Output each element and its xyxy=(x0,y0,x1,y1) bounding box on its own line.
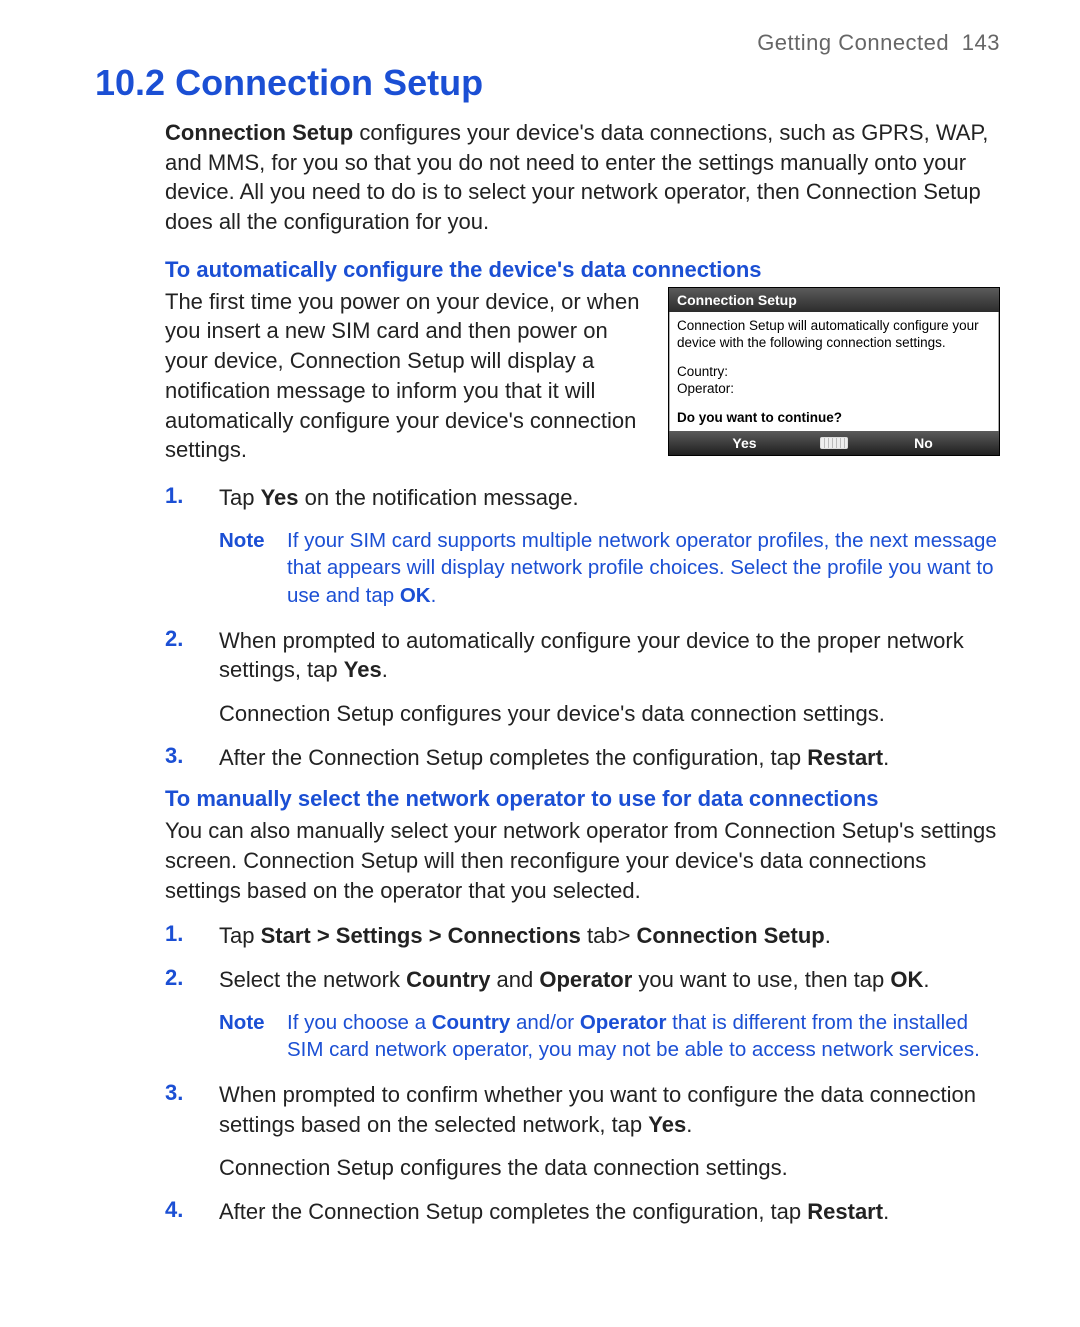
auto-steps-list: 1. Tap Yes on the notification message. xyxy=(165,483,1000,513)
auto-steps-list-cont: 2. When prompted to automatically config… xyxy=(165,626,1000,773)
step-body: After the Connection Setup completes the… xyxy=(219,1197,1000,1227)
step-body: Select the network Country and Operator … xyxy=(219,965,1000,995)
auto-config-paragraph: The first time you power on your device,… xyxy=(165,287,646,465)
list-item: 1. Tap Start > Settings > Connections ta… xyxy=(165,921,1000,951)
list-item: 2. When prompted to automatically config… xyxy=(165,626,1000,729)
dialog-softkeys: Yes No xyxy=(669,431,999,455)
manual-config-heading: To manually select the network operator … xyxy=(165,786,1000,812)
step-followup: Connection Setup configures the data con… xyxy=(219,1153,1000,1183)
manual-config-paragraph: You can also manually select your networ… xyxy=(165,816,1000,905)
dialog-country-label: Country: xyxy=(677,364,991,381)
step-number: 3. xyxy=(165,743,219,773)
step-body: When prompted to confirm whether you wan… xyxy=(219,1080,1000,1183)
list-item: 1. Tap Yes on the notification message. xyxy=(165,483,1000,513)
step-number: 1. xyxy=(165,921,219,951)
list-item: 3. After the Connection Setup completes … xyxy=(165,743,1000,773)
dialog-message: Connection Setup will automatically conf… xyxy=(677,318,991,352)
dialog-yes-button[interactable]: Yes xyxy=(669,435,820,451)
intro-lead: Connection Setup xyxy=(165,120,353,145)
keyboard-icon[interactable] xyxy=(820,437,848,449)
auto-config-heading: To automatically configure the device's … xyxy=(165,257,1000,283)
step-body: Tap Start > Settings > Connections tab> … xyxy=(219,921,1000,951)
step-body: When prompted to automatically configure… xyxy=(219,626,1000,729)
step-number: 2. xyxy=(165,626,219,729)
step-number: 4. xyxy=(165,1197,219,1227)
note-body: If you choose a Country and/or Operator … xyxy=(287,1009,1000,1064)
chapter-name: Getting Connected xyxy=(757,30,949,55)
auto-config-row: The first time you power on your device,… xyxy=(165,287,1000,465)
dialog-confirm: Do you want to continue? xyxy=(677,410,991,427)
page-number: 143 xyxy=(962,30,1000,55)
step-number: 3. xyxy=(165,1080,219,1183)
step-body: Tap Yes on the notification message. xyxy=(219,483,1000,513)
connection-setup-dialog: Connection Setup Connection Setup will a… xyxy=(668,287,1000,456)
auto-note: Note If your SIM card supports multiple … xyxy=(219,527,1000,610)
manual-steps-list: 1. Tap Start > Settings > Connections ta… xyxy=(165,921,1000,994)
manual-note: Note If you choose a Country and/or Oper… xyxy=(219,1009,1000,1064)
intro-paragraph: Connection Setup configures your device'… xyxy=(165,118,1000,237)
list-item: 3. When prompted to confirm whether you … xyxy=(165,1080,1000,1183)
list-item: 2. Select the network Country and Operat… xyxy=(165,965,1000,995)
step-number: 1. xyxy=(165,483,219,513)
running-header: Getting Connected 143 xyxy=(95,30,1000,56)
note-body: If your SIM card supports multiple netwo… xyxy=(287,527,1000,610)
dialog-body: Connection Setup will automatically conf… xyxy=(669,312,999,431)
step-body: After the Connection Setup completes the… xyxy=(219,743,1000,773)
note-label: Note xyxy=(219,527,287,610)
list-item: 4. After the Connection Setup completes … xyxy=(165,1197,1000,1227)
dialog-operator-label: Operator: xyxy=(677,381,991,398)
section-title: 10.2 Connection Setup xyxy=(95,62,1000,104)
dialog-titlebar: Connection Setup xyxy=(669,288,999,312)
step-followup: Connection Setup configures your device'… xyxy=(219,699,1000,729)
manual-page: Getting Connected 143 10.2 Connection Se… xyxy=(0,0,1080,1327)
note-label: Note xyxy=(219,1009,287,1064)
manual-steps-list-cont: 3. When prompted to confirm whether you … xyxy=(165,1080,1000,1227)
step-number: 2. xyxy=(165,965,219,995)
dialog-no-button[interactable]: No xyxy=(848,435,999,451)
